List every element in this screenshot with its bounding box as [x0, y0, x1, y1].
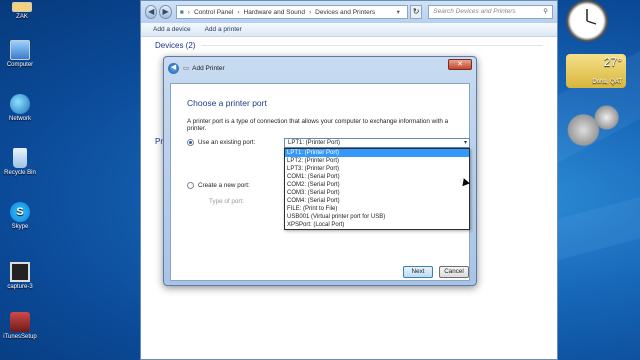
- network-icon: [10, 94, 30, 114]
- printer-icon: ▭: [183, 65, 190, 72]
- create-new-port-radio[interactable]: Create a new port:: [187, 182, 250, 189]
- devices-list: Devices (2) Pr: [141, 37, 557, 146]
- desktop-icon-label: Recycle Bin: [4, 170, 36, 176]
- devices-group-header[interactable]: Devices (2): [155, 41, 543, 50]
- use-existing-port-label: Use an existing port:: [198, 139, 256, 146]
- dialog-title: Add Printer: [192, 64, 225, 72]
- desktop-icon-capture[interactable]: capture-3: [0, 262, 40, 290]
- cancel-button[interactable]: Cancel: [439, 266, 469, 278]
- breadcrumb-item[interactable]: Control Panel: [194, 9, 233, 16]
- weather-gadget[interactable]: 27° Doha, QAT: [566, 54, 626, 88]
- desktop-icon-recycle-bin[interactable]: Recycle Bin: [0, 148, 40, 176]
- port-option[interactable]: USB001 (Virtual printer port for USB): [285, 213, 469, 221]
- back-button[interactable]: ◀: [145, 5, 158, 19]
- address-bar-row: ◀ ▶ ■ › Control Panel › Hardware and Sou…: [141, 1, 557, 23]
- desktop-icon-network[interactable]: Network: [0, 94, 40, 122]
- desktop-icon-label: Network: [8, 116, 31, 122]
- desktop-icon-user-folder[interactable]: ZAK: [2, 2, 42, 20]
- dialog-content: Choose a printer port A printer port is …: [170, 83, 470, 281]
- dialog-description: A printer port is a type of connection t…: [187, 118, 449, 132]
- folder-icon: [12, 2, 32, 12]
- desktop-icon-label: Skype: [11, 224, 29, 230]
- desktop-icon-itunes-setup[interactable]: iTunesSetup: [0, 312, 40, 340]
- port-option[interactable]: COM3: (Serial Port): [285, 189, 469, 197]
- image-file-icon: [10, 262, 30, 282]
- close-button[interactable]: ✕: [448, 59, 472, 70]
- port-option[interactable]: LPT2: (Printer Port): [285, 157, 469, 165]
- chevron-down-icon[interactable]: ▾: [464, 139, 467, 147]
- type-of-port-label: Type of port:: [209, 198, 245, 205]
- create-new-port-label: Create a new port:: [198, 182, 250, 189]
- desktop-icon-label: capture-3: [7, 284, 33, 290]
- cpu-meter-gadget[interactable]: [566, 100, 624, 150]
- breadcrumb-item[interactable]: Devices and Printers: [315, 9, 375, 16]
- clock-hands-icon: [586, 9, 597, 25]
- port-option[interactable]: LPT3: (Printer Port): [285, 165, 469, 173]
- forward-button[interactable]: ▶: [159, 5, 172, 19]
- port-option[interactable]: XPSPort: (Local Port): [285, 221, 469, 229]
- selected-port-value: LPT1: (Printer Port): [288, 140, 341, 146]
- search-icon: ⚲: [543, 8, 548, 15]
- desktop-icon-label: iTunesSetup: [3, 334, 37, 340]
- control-panel-icon: ■: [179, 8, 184, 16]
- desktop-icon-label: ZAK: [16, 14, 28, 20]
- next-button[interactable]: Next: [403, 266, 433, 278]
- add-printer-button[interactable]: Add a printer: [205, 26, 242, 33]
- weather-temperature: 27°: [603, 55, 622, 69]
- existing-port-select[interactable]: LPT1: (Printer Port) ▾: [284, 138, 470, 148]
- skype-icon: S: [10, 202, 30, 222]
- port-dropdown-list: LPT1: (Printer Port) LPT2: (Printer Port)…: [284, 148, 470, 230]
- add-device-button[interactable]: Add a device: [153, 26, 191, 33]
- port-option[interactable]: FILE: (Print to File): [285, 205, 469, 213]
- port-option[interactable]: COM1: (Serial Port): [285, 173, 469, 181]
- use-existing-port-radio[interactable]: Use an existing port:: [187, 139, 255, 146]
- port-option[interactable]: LPT1: (Printer Port): [285, 149, 469, 157]
- desktop-icon-skype[interactable]: S Skype: [0, 202, 40, 230]
- search-placeholder: Search Devices and Printers: [433, 8, 516, 15]
- dialog-heading: Choose a printer port: [187, 98, 267, 108]
- radio-unselected-icon: [187, 182, 194, 189]
- desktop-icon-computer[interactable]: Computer: [0, 40, 40, 68]
- port-option[interactable]: COM4: (Serial Port): [285, 197, 469, 205]
- recycle-bin-icon: [13, 148, 27, 168]
- chevron-down-icon[interactable]: ▾: [397, 8, 400, 16]
- address-bar[interactable]: ■ › Control Panel › Hardware and Sound ›…: [175, 5, 408, 19]
- printers-group-header[interactable]: Pr: [155, 137, 163, 146]
- clock-gadget[interactable]: [566, 0, 608, 42]
- radio-selected-icon: [187, 139, 194, 146]
- refresh-button[interactable]: ↻: [409, 5, 423, 19]
- computer-icon: [10, 40, 30, 60]
- port-option[interactable]: COM2: (Serial Port): [285, 181, 469, 189]
- dialog-title-bar: ◀ ▭ Add Printer: [164, 57, 476, 79]
- breadcrumb-item[interactable]: Hardware and Sound: [244, 9, 305, 16]
- search-input[interactable]: Search Devices and Printers ⚲: [428, 5, 553, 19]
- desktop-icon-label: Computer: [6, 62, 34, 68]
- back-arrow-icon[interactable]: ◀: [168, 62, 179, 74]
- weather-city: Doha, QAT: [592, 79, 622, 85]
- installer-icon: [10, 312, 30, 332]
- command-bar: Add a device Add a printer: [141, 23, 557, 37]
- add-printer-dialog: ◀ ▭ Add Printer ✕ Choose a printer port …: [163, 56, 477, 286]
